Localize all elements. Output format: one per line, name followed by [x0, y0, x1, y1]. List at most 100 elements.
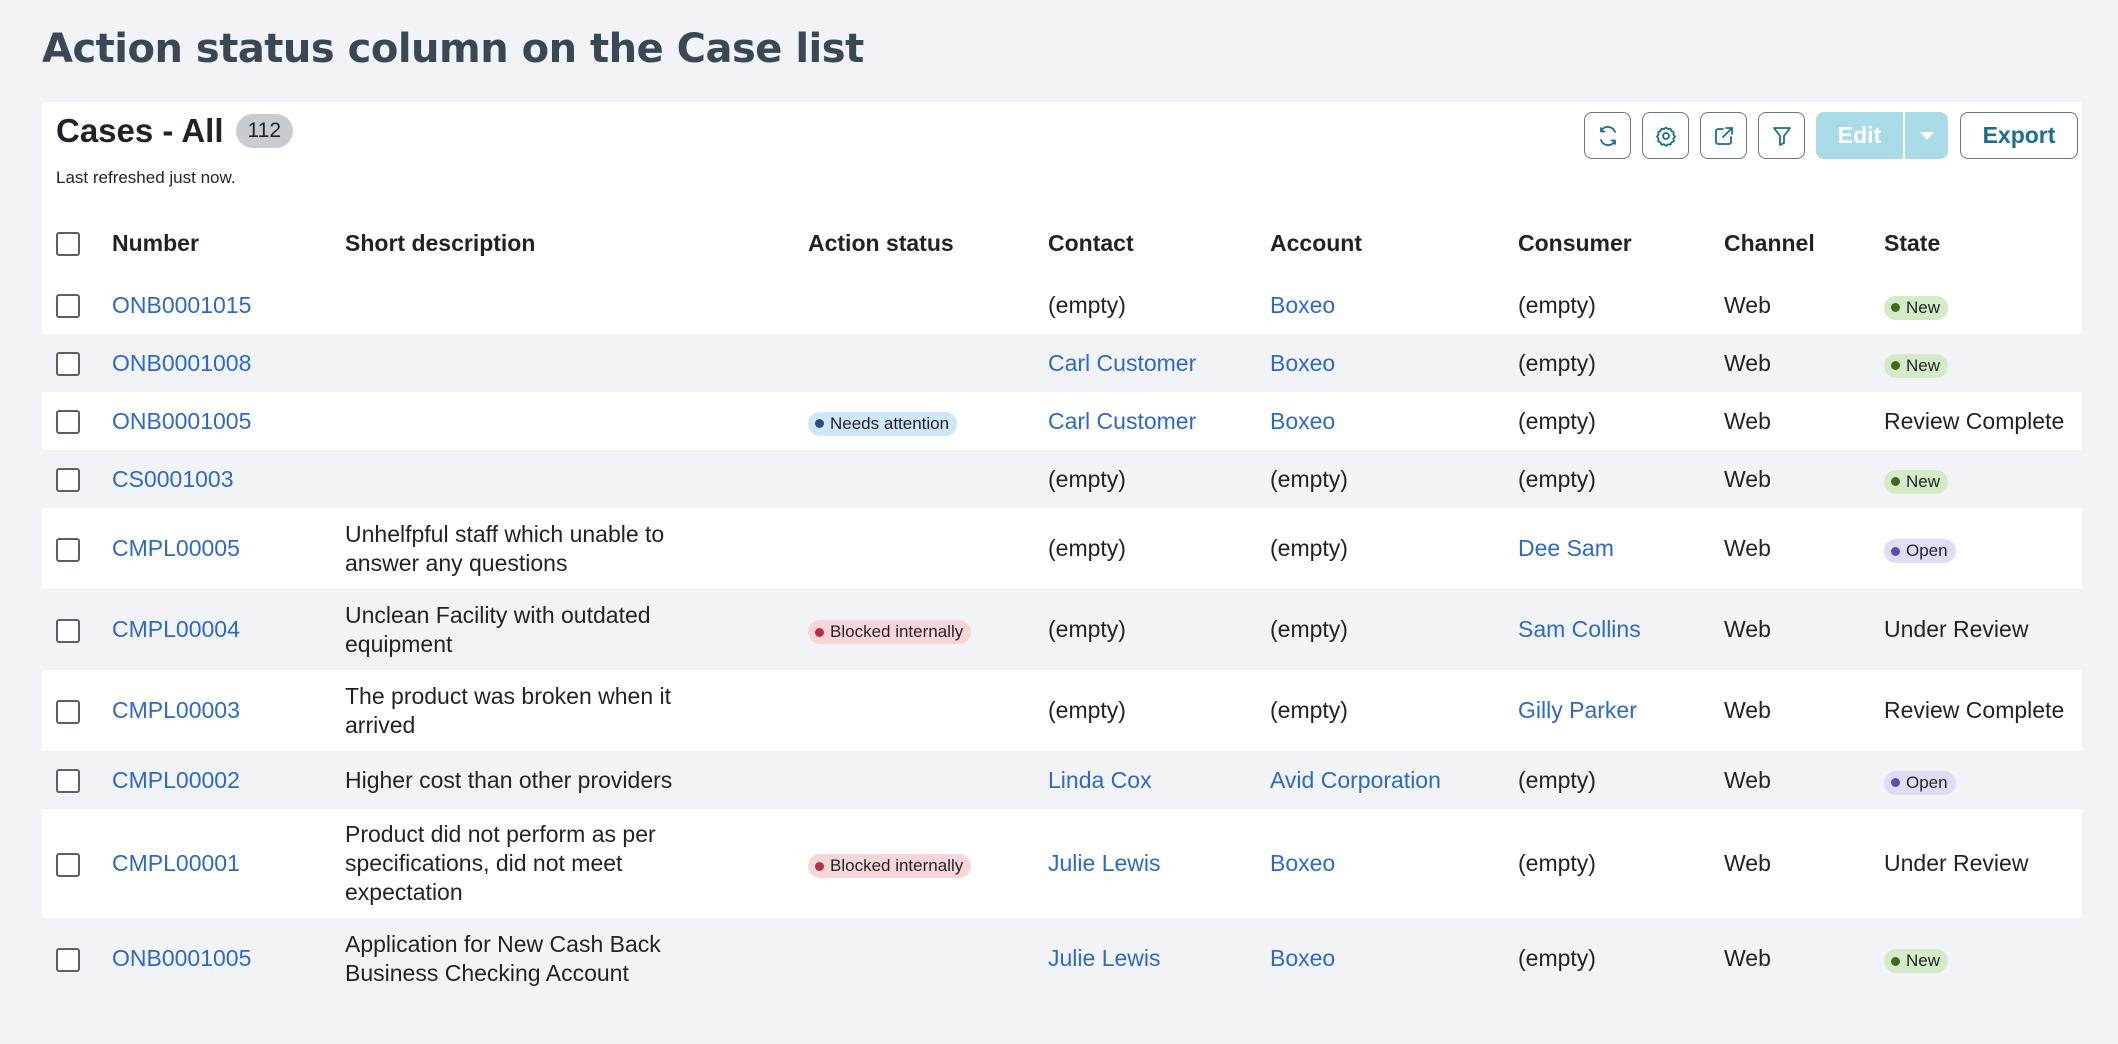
- account-value: (empty): [1270, 535, 1348, 561]
- record-count-badge: 112: [235, 114, 293, 148]
- column-header-account[interactable]: Account: [1270, 210, 1518, 276]
- contact-cell: Carl Customer: [1048, 392, 1270, 450]
- state-cell: Review Complete: [1884, 392, 2082, 450]
- account-cell: (empty): [1270, 508, 1518, 589]
- state-cell: New: [1884, 334, 2082, 392]
- column-header-consumer[interactable]: Consumer: [1518, 210, 1724, 276]
- account-link[interactable]: Avid Corporation: [1270, 767, 1441, 793]
- contact-cell: Julie Lewis: [1048, 918, 1270, 999]
- state-cell: Under Review: [1884, 809, 2082, 918]
- contact-link[interactable]: Julie Lewis: [1048, 850, 1161, 876]
- number-cell: CMPL00002: [112, 751, 345, 809]
- case-number-link[interactable]: CMPL00003: [112, 697, 240, 723]
- table-row[interactable]: CMPL00005 Unhelfpful staff which unable t…: [42, 508, 2082, 589]
- contact-link[interactable]: Julie Lewis: [1048, 945, 1161, 971]
- account-link[interactable]: Boxeo: [1270, 945, 1335, 971]
- table-row[interactable]: ONB0001005 Needs attention Carl Customer Bo…: [42, 392, 2082, 450]
- table-row[interactable]: ONB0001008 Carl Customer Boxeo (empty) Web Ne…: [42, 334, 2082, 392]
- consumer-link[interactable]: Gilly Parker: [1518, 697, 1637, 723]
- account-link[interactable]: Boxeo: [1270, 292, 1335, 318]
- account-link[interactable]: Boxeo: [1270, 408, 1335, 434]
- page-title: Action status column on the Case list: [42, 26, 864, 72]
- consumer-value: (empty): [1518, 349, 1596, 376]
- column-header-channel[interactable]: Channel: [1724, 210, 1884, 276]
- consumer-link[interactable]: Dee Sam: [1518, 535, 1614, 561]
- state-value: Review Complete: [1884, 697, 2065, 723]
- row-select-cell: [42, 334, 112, 392]
- row-checkbox[interactable]: [56, 618, 80, 643]
- case-number-link[interactable]: ONB0001015: [112, 292, 251, 318]
- short-description-cell: [345, 334, 808, 392]
- consumer-link[interactable]: Sam Collins: [1518, 616, 1641, 642]
- action-status-cell: Blocked internally: [808, 589, 1048, 670]
- refresh-button[interactable]: [1584, 112, 1631, 159]
- export-button[interactable]: Export: [1960, 112, 2078, 159]
- row-checkbox[interactable]: [56, 352, 80, 377]
- state-badge: New: [1884, 295, 1949, 320]
- contact-link[interactable]: Carl Customer: [1048, 408, 1196, 434]
- row-select-cell: [42, 508, 112, 589]
- row-checkbox[interactable]: [56, 294, 80, 319]
- consumer-cell: (empty): [1518, 450, 1724, 508]
- contact-link[interactable]: Linda Cox: [1048, 767, 1152, 793]
- channel-cell: Web: [1724, 809, 1884, 918]
- filter-button[interactable]: [1758, 112, 1805, 159]
- action-status-cell: Needs attention: [808, 392, 1048, 450]
- consumer-cell: Gilly Parker: [1518, 670, 1724, 751]
- consumer-value: (empty): [1518, 465, 1596, 492]
- account-cell: (empty): [1270, 450, 1518, 508]
- consumer-value: (empty): [1518, 291, 1596, 318]
- consumer-value: (empty): [1518, 945, 1596, 971]
- account-link[interactable]: Boxeo: [1270, 850, 1335, 876]
- table-row[interactable]: CS0001003 (empty) (empty) (empty) Web New: [42, 450, 2082, 508]
- state-value: Under Review: [1884, 850, 2029, 876]
- channel-value: Web: [1724, 945, 1771, 971]
- column-header-state[interactable]: State: [1884, 210, 2082, 276]
- table-row[interactable]: ONB0001005 Application for New Cash Back …: [42, 918, 2082, 999]
- column-header-contact[interactable]: Contact: [1048, 210, 1270, 276]
- consumer-cell: Dee Sam: [1518, 508, 1724, 589]
- select-all-checkbox[interactable]: [56, 232, 80, 257]
- table-row[interactable]: CMPL00001 Product did not perform as per …: [42, 809, 2082, 918]
- open-external-button[interactable]: [1700, 112, 1747, 159]
- case-number-link[interactable]: CMPL00004: [112, 616, 240, 642]
- row-checkbox[interactable]: [56, 410, 80, 435]
- channel-cell: Web: [1724, 751, 1884, 809]
- edit-button[interactable]: Edit: [1816, 112, 1903, 159]
- case-number-link[interactable]: ONB0001005: [112, 945, 251, 971]
- row-checkbox[interactable]: [56, 699, 80, 724]
- settings-button[interactable]: [1642, 112, 1689, 159]
- consumer-cell: Sam Collins: [1518, 589, 1724, 670]
- number-cell: CMPL00005: [112, 508, 345, 589]
- case-number-link[interactable]: CS0001003: [112, 466, 234, 492]
- state-cell: Review Complete: [1884, 670, 2082, 751]
- edit-menu-toggle[interactable]: [1903, 112, 1948, 159]
- row-checkbox[interactable]: [56, 537, 80, 562]
- status-dot-icon: [1891, 361, 1900, 371]
- channel-value: Web: [1724, 291, 1771, 318]
- last-refreshed-text: Last refreshed just now.: [56, 168, 236, 187]
- row-checkbox[interactable]: [56, 468, 80, 493]
- case-number-link[interactable]: CMPL00001: [112, 850, 240, 876]
- table-row[interactable]: CMPL00002 Higher cost than other provider…: [42, 751, 2082, 809]
- row-checkbox[interactable]: [56, 769, 80, 794]
- account-value: (empty): [1270, 616, 1348, 642]
- row-checkbox[interactable]: [56, 947, 80, 972]
- case-number-link[interactable]: CMPL00005: [112, 535, 240, 561]
- column-header-action-status[interactable]: Action status: [808, 210, 1048, 276]
- account-cell: Boxeo: [1270, 809, 1518, 918]
- column-header-number[interactable]: Number: [112, 210, 345, 276]
- account-link[interactable]: Boxeo: [1270, 350, 1335, 376]
- case-number-link[interactable]: ONB0001008: [112, 350, 251, 376]
- channel-cell: Web: [1724, 589, 1884, 670]
- column-header-short-description[interactable]: Short description: [345, 210, 808, 276]
- table-row[interactable]: ONB0001015 (empty) Boxeo (empty) Web New: [42, 276, 2082, 334]
- case-number-link[interactable]: ONB0001005: [112, 408, 251, 434]
- table-row[interactable]: CMPL00004 Unclean Facility with outdated …: [42, 589, 2082, 670]
- row-checkbox[interactable]: [56, 852, 80, 877]
- contact-link[interactable]: Carl Customer: [1048, 350, 1196, 376]
- short-description: Application for New Cash Back Business C…: [345, 930, 661, 986]
- table-row[interactable]: CMPL00003 The product was broken when it …: [42, 670, 2082, 751]
- contact-cell: (empty): [1048, 589, 1270, 670]
- case-number-link[interactable]: CMPL00002: [112, 767, 240, 793]
